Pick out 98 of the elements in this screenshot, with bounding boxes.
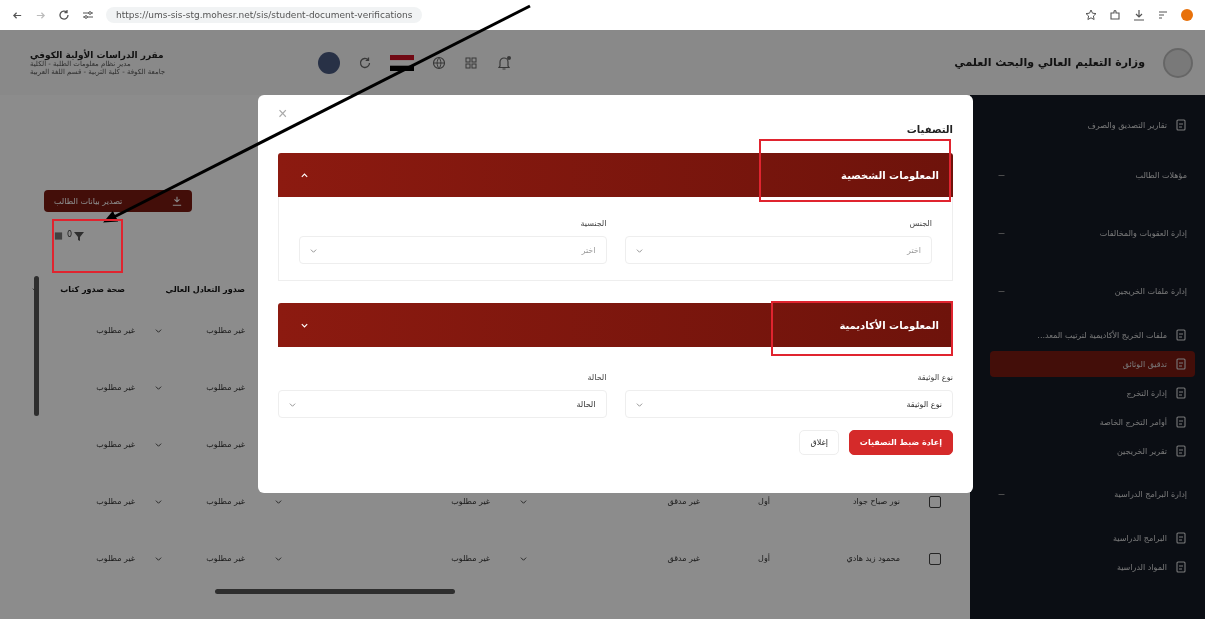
document-icon: [1175, 387, 1187, 399]
sidebar-item[interactable]: المواد الدراسية: [990, 554, 1195, 580]
download-icon[interactable]: [1133, 9, 1145, 21]
collapse-icon[interactable]: [998, 290, 1005, 293]
filter-icon[interactable]: [73, 230, 86, 242]
row-checkbox[interactable]: [929, 495, 941, 508]
table-cell-text: غير مطلوب: [95, 554, 135, 563]
puzzle-icon[interactable]: [1109, 9, 1121, 21]
status-dropdown[interactable]: غير مطلوب: [145, 315, 255, 346]
document-icon: [1175, 329, 1187, 341]
status-dropdown[interactable]: غير مطلوب: [145, 372, 255, 403]
sidebar-item[interactable]: تقرير الخريجين: [990, 438, 1195, 464]
export-button[interactable]: تصدير بيانات الطالب: [44, 190, 193, 212]
dialog-title: التصفيات: [906, 123, 953, 135]
status-dropdown[interactable]: غير مطلوب: [265, 486, 500, 517]
table-cell-text: أول: [757, 554, 770, 563]
sidebar-group[interactable]: إدارة البرامج الدراسية: [1114, 490, 1187, 499]
field-label: الجنس: [909, 219, 932, 228]
chevron-down-icon: [155, 498, 162, 505]
bell-icon[interactable]: [496, 54, 512, 71]
address-bar[interactable]: https://ums-sis-stg.mohesr.net/sis/student-document-verifications: [106, 7, 423, 23]
row-checkbox[interactable]: [929, 552, 941, 565]
collapse-icon[interactable]: [998, 174, 1005, 177]
status-dropdown[interactable]: غير مطلوب: [145, 429, 255, 460]
highlight-box: [52, 219, 123, 273]
table-cell-text: أول: [757, 497, 770, 506]
filter-count: 0: [67, 230, 73, 239]
field-label: الجنسية: [580, 219, 607, 228]
document-icon: [1175, 445, 1187, 457]
reload-icon[interactable]: [58, 9, 70, 21]
chevron-down-icon: [520, 555, 527, 562]
avatar-icon[interactable]: [318, 51, 340, 74]
status-dropdown[interactable]: غير مطلوب: [145, 543, 255, 574]
select-field[interactable]: نوع الوثيقة: [624, 390, 953, 418]
chevron-down-icon: [520, 498, 527, 505]
select-field[interactable]: اختر: [299, 236, 607, 264]
chevron-down-icon: [635, 400, 643, 408]
table-cell-text: غير مطلوب: [95, 326, 135, 335]
column-header[interactable]: صدور التعادل العالي: [135, 284, 255, 294]
table-cell-text: غير مطلوب: [95, 497, 135, 506]
sidebar-item[interactable]: إدارة التخرج: [990, 380, 1195, 406]
section-header[interactable]: المعلومات الشخصية: [278, 153, 953, 197]
table-cell-text: نور صباح جواد: [852, 497, 900, 506]
sidebar-group[interactable]: إدارة ملفات الخريجين: [1114, 287, 1187, 296]
chevron-down-icon: [289, 400, 296, 408]
site-settings-icon[interactable]: [82, 9, 94, 21]
select-field[interactable]: اختر: [624, 236, 932, 264]
sidebar-group[interactable]: إدارة العقوبات والمخالفات: [1099, 229, 1187, 238]
profile-avatar[interactable]: [1181, 9, 1193, 21]
collapse-icon[interactable]: [998, 493, 1005, 496]
chevron-down-icon: [155, 555, 162, 562]
status-dropdown[interactable]: غير مدقق: [510, 543, 710, 574]
download-icon: [172, 196, 183, 206]
column-header[interactable]: صحة صدور كتاب: [30, 284, 135, 294]
document-icon: [1175, 358, 1187, 370]
ministry-title: وزارة التعليم العالي والبحث العلمي: [954, 56, 1145, 69]
document-icon: [1175, 532, 1187, 544]
reset-filters-button[interactable]: إعادة ضبط التصفيات: [848, 430, 953, 455]
collapse-icon[interactable]: [998, 232, 1005, 235]
columns-icon[interactable]: [54, 231, 63, 241]
user-info-text: مقرر الدراسات الأولية الكوفي: [30, 49, 164, 60]
status-dropdown[interactable]: غير مطلوب: [145, 486, 255, 517]
chevron-down-icon: [155, 384, 162, 391]
tab-search-icon[interactable]: [1157, 9, 1169, 21]
sidebar-group[interactable]: مؤهلات الطالب: [1135, 171, 1187, 180]
status-dropdown[interactable]: غير مطلوب: [265, 543, 500, 574]
close-dialog-button[interactable]: إغلاق: [799, 430, 839, 455]
sidebar-item[interactable]: أوامر التخرج الخاصة: [990, 409, 1195, 435]
section-header[interactable]: المعلومات الأكاديمية: [278, 303, 953, 347]
document-icon: [1175, 561, 1187, 573]
star-icon[interactable]: [1085, 9, 1097, 21]
sidebar-item[interactable]: تدقيق الوثائق: [990, 351, 1195, 377]
chevron-up-icon: [300, 170, 309, 180]
table-cell-text: محمود زيد هادي: [845, 554, 900, 563]
chevron-down-icon: [310, 246, 317, 254]
status-dropdown[interactable]: غير مدقق: [510, 486, 710, 517]
chevron-down-icon: [275, 498, 282, 505]
select-field[interactable]: الحالة: [278, 390, 607, 418]
globe-icon[interactable]: [432, 55, 446, 70]
sidebar-item[interactable]: تقارير التصديق والصرف: [990, 105, 1195, 145]
sidebar-item[interactable]: البرامج الدراسية: [990, 525, 1195, 551]
field-label: الحالة: [587, 373, 607, 382]
document-icon: [1175, 119, 1187, 131]
refresh-icon[interactable]: [358, 55, 372, 70]
scrollbar[interactable]: [215, 589, 455, 594]
ministry-logo-icon: [1163, 47, 1193, 78]
scrollbar[interactable]: [34, 276, 39, 416]
chevron-down-icon: [155, 327, 162, 334]
field-label: نوع الوثيقة: [917, 373, 953, 382]
sidebar-item[interactable]: ملفات الخريج الأكاديمية لترتيب المعد...: [990, 322, 1195, 348]
chevron-down-icon: [635, 246, 643, 254]
table-cell-text: غير مطلوب: [95, 440, 135, 449]
document-icon: [1175, 416, 1187, 428]
table-cell-text: غير مطلوب: [95, 383, 135, 392]
flag-icon[interactable]: [390, 54, 414, 71]
grid-icon[interactable]: [464, 55, 478, 70]
chevron-down-icon: [275, 555, 282, 562]
chevron-down-icon: [155, 441, 162, 448]
